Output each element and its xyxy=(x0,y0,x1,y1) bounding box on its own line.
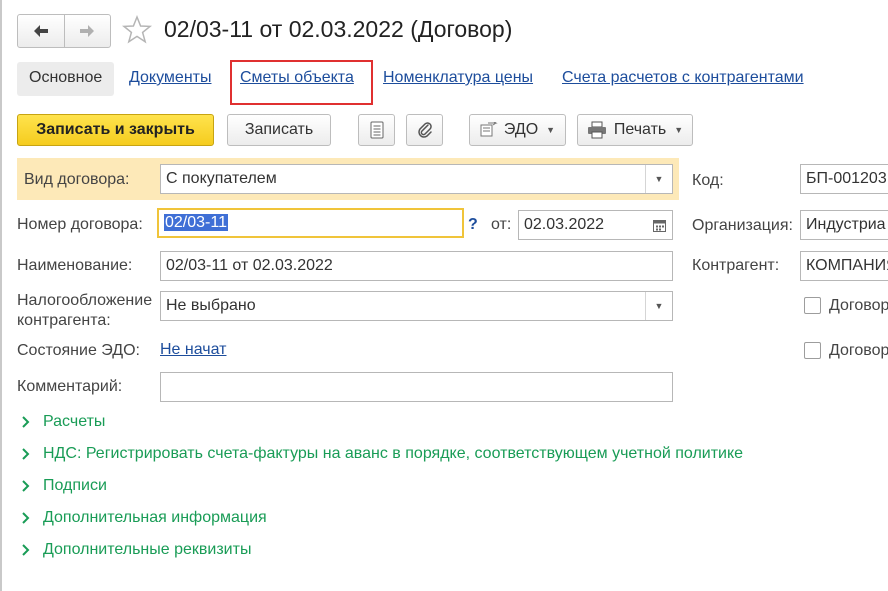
group-label: Подписи xyxy=(43,477,107,494)
printer-icon xyxy=(587,121,606,139)
print-menu-button[interactable]: Печать ▼ xyxy=(577,114,693,146)
contract-checkbox-1[interactable] xyxy=(804,297,821,314)
chevron-right-icon xyxy=(22,544,34,556)
edo-exchange-icon xyxy=(480,122,498,137)
help-icon[interactable]: ? xyxy=(468,215,478,235)
contract-checkbox-1-label: Договор xyxy=(829,297,888,314)
chevron-down-icon[interactable]: ▼ xyxy=(645,292,672,320)
name-label: Наименование: xyxy=(17,257,133,274)
contract-checkbox-2[interactable] xyxy=(804,342,821,359)
save-and-close-button[interactable]: Записать и закрыть xyxy=(17,114,214,146)
code-label: Код: xyxy=(692,172,724,189)
group-vat[interactable]: НДС: Регистрировать счета-фактуры на ава… xyxy=(22,443,743,465)
contract-number-label: Номер договора: xyxy=(17,216,143,233)
comment-label: Комментарий: xyxy=(17,378,123,395)
edo-menu-button[interactable]: ЭДО ▼ xyxy=(469,114,566,146)
contract-date-input[interactable]: 02.03.2022 xyxy=(518,210,673,240)
chevron-right-icon xyxy=(22,480,34,492)
favorite-button[interactable] xyxy=(121,14,153,46)
group-additional-attributes[interactable]: Дополнительные реквизиты xyxy=(22,539,251,561)
counterparty-label: Контрагент: xyxy=(692,257,780,274)
chevron-down-icon[interactable]: ▼ xyxy=(645,165,672,193)
contract-type-value: С покупателем xyxy=(166,170,277,187)
taxation-label-line2: контрагента: xyxy=(17,312,111,329)
back-button[interactable] xyxy=(18,15,64,47)
comment-input[interactable] xyxy=(160,372,673,402)
group-label: Дополнительная информация xyxy=(43,509,267,526)
tab-documents[interactable]: Документы xyxy=(129,62,211,96)
taxation-select[interactable]: Не выбрано ▼ xyxy=(160,291,673,321)
edo-label: ЭДО xyxy=(503,121,539,138)
organization-label: Организация: xyxy=(692,217,793,234)
annotation-highlight-box xyxy=(230,60,373,105)
paperclip-icon xyxy=(417,122,432,138)
arrow-right-icon xyxy=(80,25,95,37)
star-icon xyxy=(121,14,153,44)
tab-settlement-accounts[interactable]: Счета расчетов с контрагентами xyxy=(562,62,804,96)
arrow-left-icon xyxy=(33,25,48,37)
organization-field[interactable]: Индустриа xyxy=(800,210,888,240)
date-from-label: от: xyxy=(491,216,512,233)
counterparty-field[interactable]: КОМПАНИЯ xyxy=(800,251,888,281)
save-button[interactable]: Записать xyxy=(227,114,331,146)
contract-date-value: 02.03.2022 xyxy=(524,216,605,233)
contract-number-value: 02/03-11 xyxy=(164,214,228,231)
contract-type-label: Вид договора: xyxy=(24,171,130,188)
group-label: НДС: Регистрировать счета-фактуры на ава… xyxy=(43,445,744,462)
contract-number-input[interactable]: 02/03-11 xyxy=(157,208,464,238)
code-field[interactable]: БП-001203 xyxy=(800,164,888,194)
edo-state-link[interactable]: Не начат xyxy=(160,341,227,359)
tab-main[interactable]: Основное xyxy=(17,62,115,96)
edo-state-label: Состояние ЭДО: xyxy=(17,342,140,359)
print-label: Печать xyxy=(613,121,667,138)
chevron-right-icon xyxy=(22,512,34,524)
chevron-right-icon xyxy=(22,448,34,460)
group-signatures[interactable]: Подписи xyxy=(22,475,107,497)
group-label: Дополнительные реквизиты xyxy=(43,541,252,558)
contract-checkbox-2-label: Договор xyxy=(829,342,888,359)
page-title: 02/03-11 от 02.03.2022 (Договор) xyxy=(164,16,513,42)
window-left-border xyxy=(0,0,2,591)
group-settlements[interactable]: Расчеты xyxy=(22,411,105,433)
attach-files-button[interactable] xyxy=(406,114,443,146)
name-input[interactable]: 02/03-11 от 02.03.2022 xyxy=(160,251,673,281)
calendar-icon[interactable] xyxy=(646,211,672,239)
taxation-value: Не выбрано xyxy=(166,297,256,314)
list-document-icon xyxy=(370,121,383,139)
contract-type-select[interactable]: С покупателем ▼ xyxy=(160,164,673,194)
tab-price-nomenclature[interactable]: Номенклатура цены xyxy=(383,62,533,96)
chevron-down-icon: ▼ xyxy=(546,125,556,135)
chevron-right-icon xyxy=(22,416,34,428)
group-label: Расчеты xyxy=(43,413,106,430)
report-button[interactable] xyxy=(358,114,395,146)
chevron-down-icon: ▼ xyxy=(674,125,684,135)
group-additional-info[interactable]: Дополнительная информация xyxy=(22,507,267,529)
forward-button[interactable] xyxy=(63,15,111,47)
taxation-label-line1: Налогообложение xyxy=(17,292,153,309)
navigation-buttons xyxy=(17,14,111,48)
